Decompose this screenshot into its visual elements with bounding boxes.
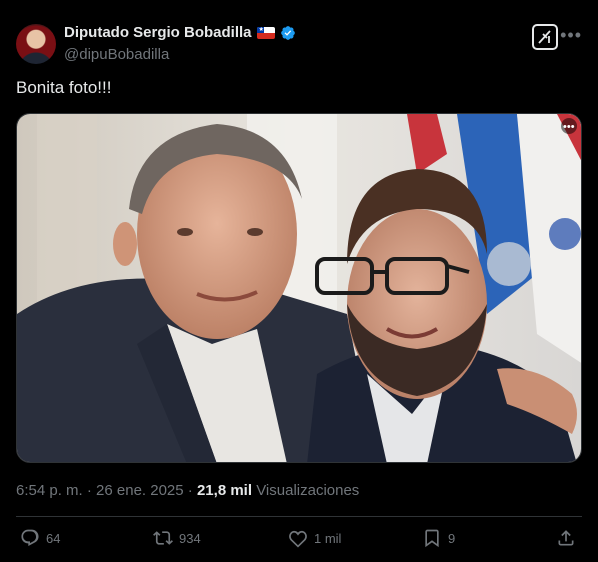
chile-flag-icon: ★ [256, 26, 275, 39]
more-options-icon[interactable]: ••• [560, 26, 582, 44]
action-bar: 64 934 1 mil 9 [16, 528, 582, 554]
grok-button[interactable] [532, 24, 558, 50]
meta-separator: · [183, 482, 197, 499]
author-display-name[interactable]: Diputado Sergio Bobadilla [64, 24, 252, 41]
bookmark-icon [425, 529, 439, 548]
bookmark-count: 9 [448, 530, 456, 546]
views-count: 21,8 mil [196, 482, 253, 499]
like-button[interactable]: 1 mil [288, 528, 341, 548]
repost-icon [153, 531, 173, 545]
reply-count: 64 [46, 530, 61, 546]
post-text: Bonita foto!!! [16, 78, 112, 97]
repost-count: 934 [179, 530, 201, 546]
author-handle[interactable]: @dipuBobadilla [64, 46, 169, 63]
views-label: Visualizaciones [256, 482, 360, 499]
grok-icon [538, 30, 551, 44]
post-photo[interactable]: ••• [16, 113, 582, 463]
divider [16, 516, 582, 517]
author-name-row: Diputado Sergio Bobadilla ★ [64, 24, 296, 41]
repost-button[interactable]: 934 [153, 528, 201, 548]
bookmark-button[interactable]: 9 [422, 528, 455, 548]
post-meta: 6:54 p. m. · 26 ene. 2025 · 21,8 mil Vis… [16, 482, 359, 499]
share-button[interactable] [556, 528, 576, 548]
reply-icon [21, 529, 39, 547]
post-timestamp[interactable]: 6:54 p. m. · 26 ene. 2025 [16, 482, 184, 499]
post-header: Diputado Sergio Bobadilla ★ @dipuBobadil… [16, 22, 582, 66]
svg-text:•••: ••• [563, 121, 575, 133]
heart-icon [289, 530, 307, 548]
author-avatar[interactable] [16, 24, 56, 64]
like-count: 1 mil [314, 530, 342, 546]
reply-button[interactable]: 64 [20, 528, 60, 548]
share-icon [558, 530, 574, 546]
verified-badge-icon [280, 25, 295, 40]
